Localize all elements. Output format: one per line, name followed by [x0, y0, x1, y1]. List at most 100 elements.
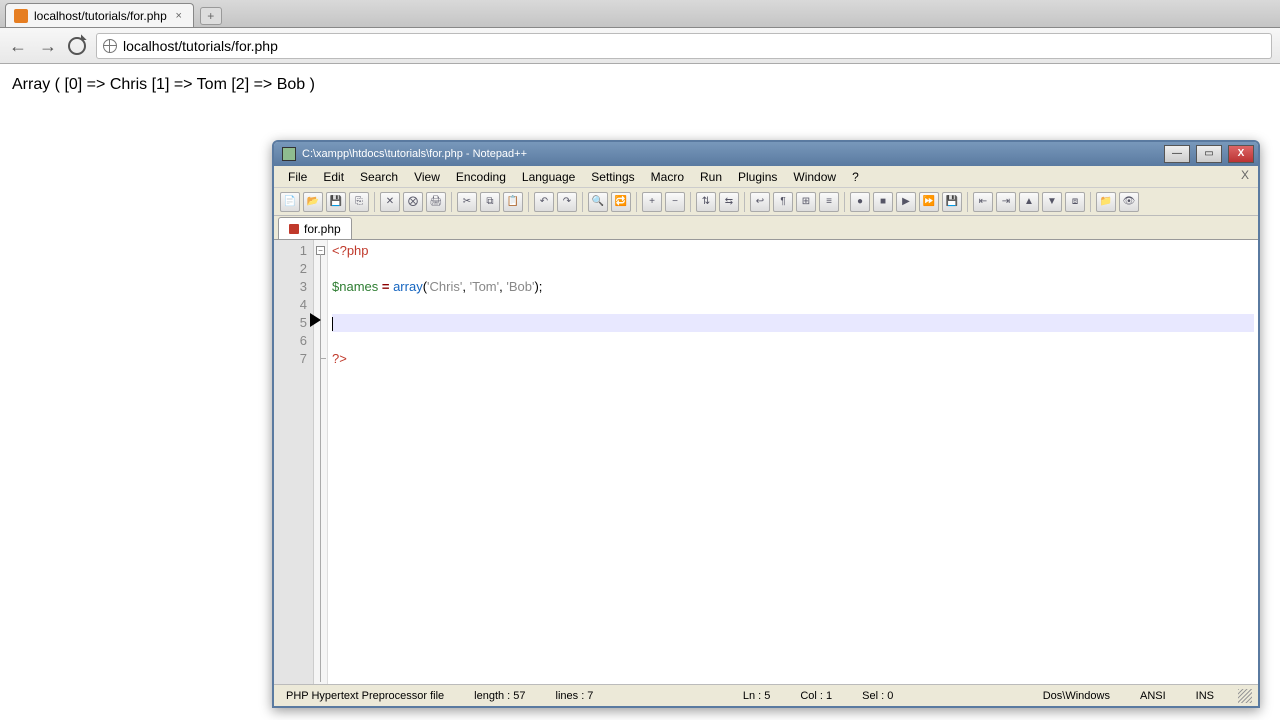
window-title: C:\xampp\htdocs\tutorials\for.php - Note…: [302, 148, 1158, 160]
status-length: length : 57: [468, 690, 531, 702]
line-num: 1: [274, 242, 307, 260]
print-icon[interactable]: 🖨: [426, 192, 446, 212]
code-editor[interactable]: 1 2 3 4 5 6 7 − <?php $names = array('Ch…: [274, 240, 1258, 684]
line-num: 5: [274, 314, 307, 332]
app-icon: [282, 147, 296, 161]
menu-file[interactable]: File: [280, 168, 315, 186]
reload-button[interactable]: [68, 37, 86, 55]
code-token: array: [393, 279, 423, 294]
resize-grip-icon[interactable]: [1238, 689, 1252, 703]
paste-icon[interactable]: 📋: [503, 192, 523, 212]
menu-edit[interactable]: Edit: [315, 168, 352, 186]
find-icon[interactable]: 🔍: [588, 192, 608, 212]
page-body: Array ( [0] => Chris [1] => Tom [2] => B…: [0, 64, 1280, 106]
tab-close-icon[interactable]: ×: [173, 10, 185, 22]
menu-macro[interactable]: Macro: [643, 168, 692, 186]
code-token: $names: [332, 279, 378, 294]
save-all-icon[interactable]: ⎘: [349, 192, 369, 212]
copy-icon[interactable]: ⧉: [480, 192, 500, 212]
up-icon[interactable]: ▲: [1019, 192, 1039, 212]
menu-language[interactable]: Language: [514, 168, 583, 186]
indent-icon[interactable]: ⇥: [996, 192, 1016, 212]
undo-icon[interactable]: ↶: [534, 192, 554, 212]
status-enc[interactable]: ANSI: [1134, 690, 1172, 702]
notepad-window: C:\xampp\htdocs\tutorials\for.php - Note…: [272, 140, 1260, 708]
maximize-button[interactable]: ▭: [1196, 145, 1222, 163]
new-icon[interactable]: 📄: [280, 192, 300, 212]
file-modified-icon: [289, 224, 299, 234]
line-num: 3: [274, 278, 307, 296]
code-token: <?php: [332, 243, 369, 258]
code-token: =: [378, 279, 393, 294]
url-text: localhost/tutorials/for.php: [123, 38, 278, 54]
new-tab-button[interactable]: +: [200, 7, 222, 25]
doc-close-icon[interactable]: X: [1238, 168, 1252, 182]
line-num: 4: [274, 296, 307, 314]
back-button[interactable]: ←: [8, 36, 28, 56]
toolbar: 📄 📂 💾 ⎘ ✕ ⨂ 🖨 ✂ ⧉ 📋 ↶ ↷ 🔍 🔁 + − ⇅ ⇆ ↩ ¶ …: [274, 188, 1258, 216]
status-sel: Sel : 0: [856, 690, 899, 702]
line-gutter: 1 2 3 4 5 6 7: [274, 240, 314, 684]
menu-bar: File Edit Search View Encoding Language …: [274, 166, 1258, 188]
fold-column: −: [314, 240, 328, 684]
menu-help[interactable]: ?: [844, 168, 867, 186]
cut-icon[interactable]: ✂: [457, 192, 477, 212]
code-token: ?>: [332, 351, 347, 366]
zoom-out-icon[interactable]: −: [665, 192, 685, 212]
wrap-icon[interactable]: ↩: [750, 192, 770, 212]
close-button[interactable]: X: [1228, 145, 1254, 163]
redo-icon[interactable]: ↷: [557, 192, 577, 212]
status-bar: PHP Hypertext Preprocessor file length :…: [274, 684, 1258, 706]
status-col: Col : 1: [794, 690, 838, 702]
menu-encoding[interactable]: Encoding: [448, 168, 514, 186]
code-area[interactable]: <?php $names = array('Chris', 'Tom', 'Bo…: [328, 240, 1258, 684]
show-chars-icon[interactable]: ¶: [773, 192, 793, 212]
record-icon[interactable]: ●: [850, 192, 870, 212]
editor-tabs: for.php: [274, 216, 1258, 240]
save-macro-icon[interactable]: 💾: [942, 192, 962, 212]
misc-icon[interactable]: ⧈: [1065, 192, 1085, 212]
titlebar[interactable]: C:\xampp\htdocs\tutorials\for.php - Note…: [274, 142, 1258, 166]
outdent-icon[interactable]: ⇤: [973, 192, 993, 212]
indent-guide-icon[interactable]: ⊞: [796, 192, 816, 212]
address-bar[interactable]: localhost/tutorials/for.php: [96, 33, 1272, 59]
status-lang: PHP Hypertext Preprocessor file: [280, 690, 450, 702]
line-num: 6: [274, 332, 307, 350]
open-icon[interactable]: 📂: [303, 192, 323, 212]
zoom-in-icon[interactable]: +: [642, 192, 662, 212]
menu-search[interactable]: Search: [352, 168, 406, 186]
text-caret: [332, 317, 333, 331]
save-icon[interactable]: 💾: [326, 192, 346, 212]
play-icon[interactable]: ▶: [896, 192, 916, 212]
play-multi-icon[interactable]: ⏩: [919, 192, 939, 212]
globe-icon: [103, 39, 117, 53]
code-token: 'Chris': [427, 279, 462, 294]
close-all-icon[interactable]: ⨂: [403, 192, 423, 212]
favicon-icon: [14, 9, 28, 23]
menu-settings[interactable]: Settings: [583, 168, 642, 186]
code-token: 'Tom': [470, 279, 500, 294]
editor-tab[interactable]: for.php: [278, 217, 352, 239]
menu-window[interactable]: Window: [785, 168, 844, 186]
browser-tab[interactable]: localhost/tutorials/for.php ×: [5, 3, 194, 27]
sync-v-icon[interactable]: ⇅: [696, 192, 716, 212]
close-file-icon[interactable]: ✕: [380, 192, 400, 212]
folder-icon[interactable]: 📁: [1096, 192, 1116, 212]
monitor-icon[interactable]: 👁: [1119, 192, 1139, 212]
status-lines: lines : 7: [550, 690, 600, 702]
replace-icon[interactable]: 🔁: [611, 192, 631, 212]
lang-icon[interactable]: ≡: [819, 192, 839, 212]
status-eol[interactable]: Dos\Windows: [1037, 690, 1116, 702]
stop-icon[interactable]: ■: [873, 192, 893, 212]
menu-plugins[interactable]: Plugins: [730, 168, 785, 186]
menu-run[interactable]: Run: [692, 168, 730, 186]
code-token: );: [534, 279, 542, 294]
forward-button[interactable]: →: [38, 36, 58, 56]
minimize-button[interactable]: —: [1164, 145, 1190, 163]
cursor-pointer-icon: [310, 313, 321, 327]
menu-view[interactable]: View: [406, 168, 448, 186]
php-output: Array ( [0] => Chris [1] => Tom [2] => B…: [12, 76, 315, 93]
status-ins[interactable]: INS: [1190, 690, 1220, 702]
sync-h-icon[interactable]: ⇆: [719, 192, 739, 212]
down-icon[interactable]: ▼: [1042, 192, 1062, 212]
